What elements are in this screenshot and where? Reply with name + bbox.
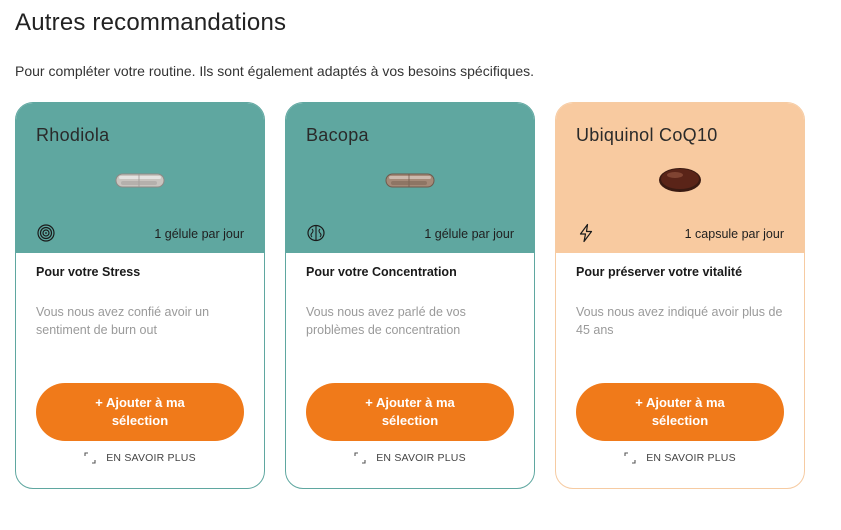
product-card-ubiquinol: Ubiquinol CoQ10 1 capsule par jour Pour … xyxy=(555,102,805,489)
card-header: Ubiquinol CoQ10 1 capsule par jour xyxy=(556,103,804,253)
card-header: Rhodiola 1 gélule par jour xyxy=(16,103,264,253)
learn-more-link[interactable]: EN SAVOIR PLUS xyxy=(16,452,264,464)
card-body: Pour préserver votre vitalité Vous nous … xyxy=(556,253,804,488)
page-subtitle: Pour compléter votre routine. Ils sont é… xyxy=(15,63,535,79)
spiral-icon xyxy=(37,224,55,242)
product-name: Bacopa xyxy=(306,125,369,145)
lightning-icon xyxy=(579,223,593,243)
learn-more-label: EN SAVOIR PLUS xyxy=(376,452,466,464)
learn-more-link[interactable]: EN SAVOIR PLUS xyxy=(556,452,804,464)
card-heading: Pour votre Concentration xyxy=(306,265,457,279)
card-description: Vous nous avez indiqué avoir plus de 45 … xyxy=(576,305,783,337)
expand-icon xyxy=(84,452,96,464)
dose-text: 1 gélule par jour xyxy=(424,227,514,241)
dose-text: 1 capsule par jour xyxy=(684,227,784,241)
expand-icon xyxy=(354,452,366,464)
product-name: Rhodiola xyxy=(36,125,110,145)
add-to-selection-button[interactable]: + Ajouter à ma sélection xyxy=(576,383,784,441)
card-body: Pour votre Concentration Vous nous avez … xyxy=(286,253,534,488)
product-name: Ubiquinol CoQ10 xyxy=(576,125,718,145)
clear-capsule-icon xyxy=(115,173,165,188)
product-card-rhodiola: Rhodiola 1 gélule par jour Pour votre St… xyxy=(15,102,265,489)
card-heading: Pour préserver votre vitalité xyxy=(576,265,743,279)
expand-icon xyxy=(624,452,636,464)
card-header: Bacopa 1 gélule par jour xyxy=(286,103,534,253)
learn-more-label: EN SAVOIR PLUS xyxy=(106,452,196,464)
learn-more-label: EN SAVOIR PLUS xyxy=(646,452,736,464)
brown-capsule-icon xyxy=(385,173,435,188)
add-to-selection-button[interactable]: + Ajouter à ma sélection xyxy=(306,383,514,441)
card-heading: Pour votre Stress xyxy=(36,265,141,279)
add-to-selection-button[interactable]: + Ajouter à ma sélection xyxy=(36,383,244,441)
dose-text: 1 gélule par jour xyxy=(154,227,244,241)
product-card-bacopa: Bacopa 1 gélule par jour Pour votre Conc… xyxy=(285,102,535,489)
page-title: Autres recommandations xyxy=(15,9,287,36)
softgel-icon xyxy=(659,168,701,192)
learn-more-link[interactable]: EN SAVOIR PLUS xyxy=(286,452,534,464)
card-description: Vous nous avez parlé de vos problèmes de… xyxy=(306,305,466,337)
card-body: Pour votre Stress Vous nous avez confié … xyxy=(16,253,264,488)
card-description: Vous nous avez confié avoir un sentiment… xyxy=(36,305,210,337)
recommendation-cards: Rhodiola 1 gélule par jour Pour votre St… xyxy=(15,102,805,489)
brain-icon xyxy=(307,224,325,242)
